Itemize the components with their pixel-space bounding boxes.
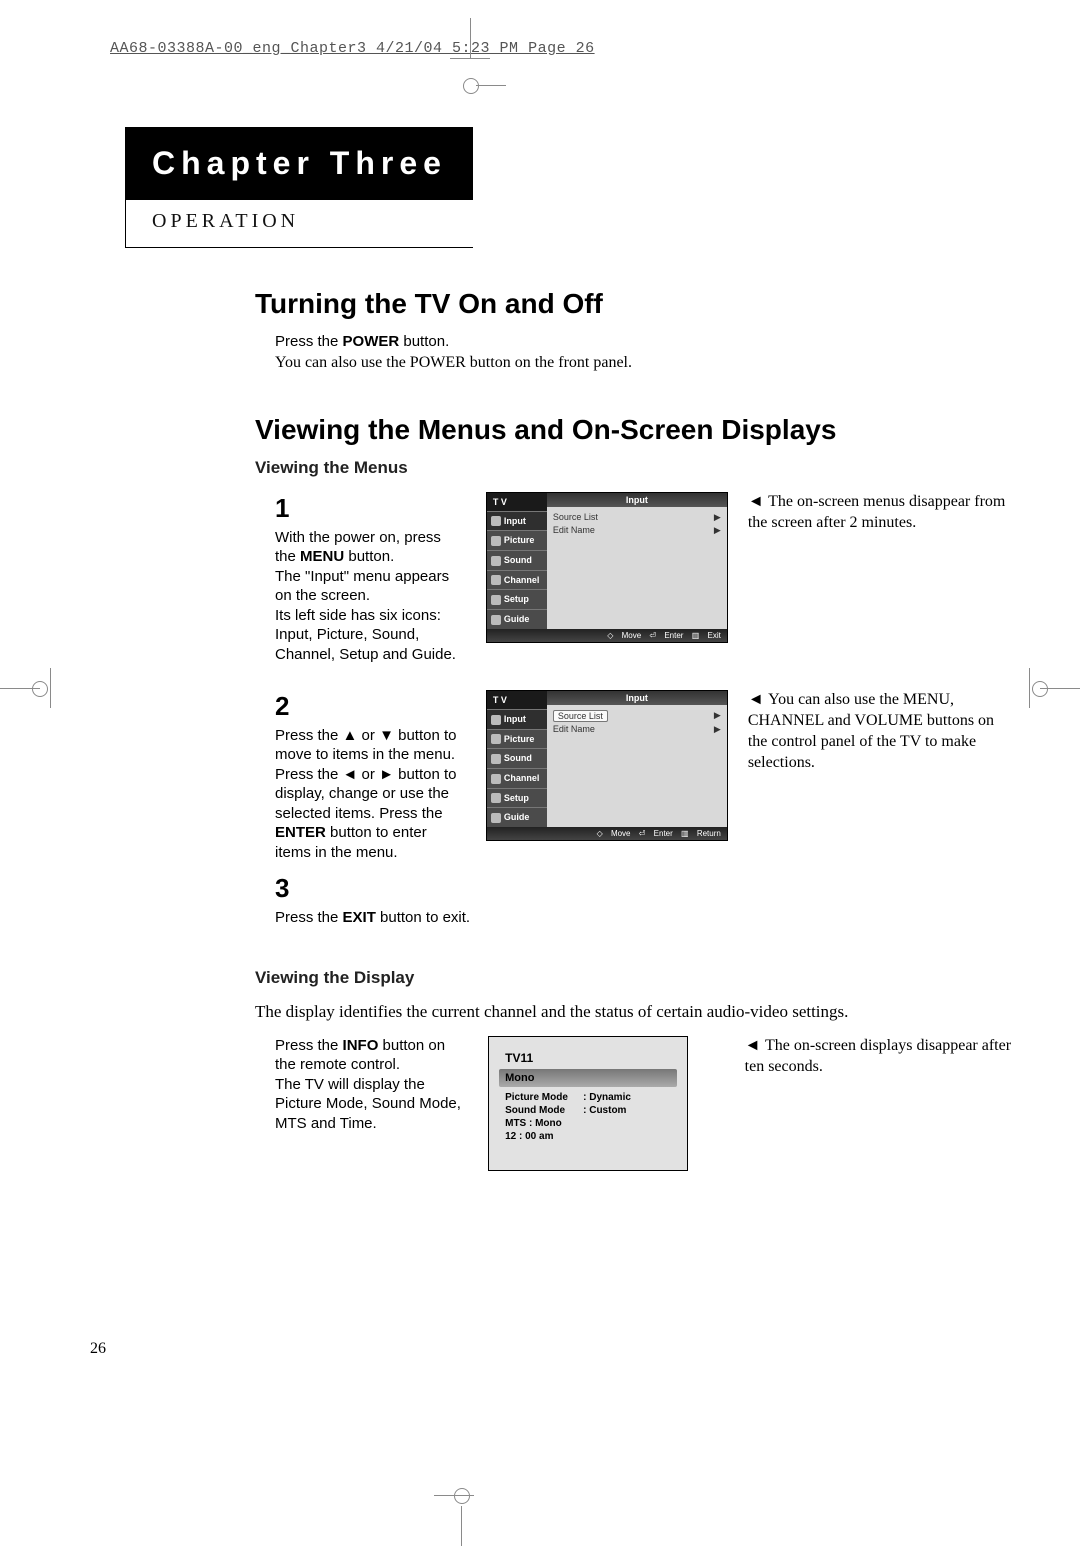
arrow-right-icon: ▶	[714, 724, 721, 735]
chapter-subtitle: OPERATION	[126, 200, 473, 247]
arrow-left-icon: ◄	[343, 766, 358, 783]
section2-sub1: Viewing the Menus	[255, 458, 1015, 478]
tv-tab: Picture	[487, 729, 547, 749]
display-left-text: Press the INFO button on the remote cont…	[275, 1036, 468, 1134]
step-2-row: 2 Press the ▲ or ▼ button to move to ite…	[275, 690, 1015, 862]
display-figure: TV11 Mono Picture Mode: Dynamic Sound Mo…	[488, 1036, 725, 1171]
chapter-heading-frame: Chapter Three OPERATION	[125, 127, 473, 248]
tv-tab: Setup	[487, 589, 547, 609]
text: The "Input" menu appears on the screen.	[275, 568, 449, 605]
text-bold: MENU	[300, 548, 344, 565]
text: Press the	[275, 766, 343, 783]
info-channel: TV11	[499, 1047, 677, 1069]
text: The TV will display the Picture Mode, So…	[275, 1076, 461, 1132]
tv-menu-footer: ◇ Move ⏎ Enter ▥ Exit	[487, 629, 727, 642]
section1-body: Press the POWER button. You can also use…	[275, 332, 835, 374]
section1-note: You can also use the POWER button on the…	[275, 352, 835, 374]
text: button.	[399, 333, 449, 350]
arrow-right-icon: ▶	[714, 525, 721, 536]
step-2-figure: T V Input Picture Sound Channel Setup Gu…	[486, 690, 728, 841]
arrow-up-icon: ▲	[343, 727, 358, 744]
tv-menu-title: T V	[487, 493, 547, 511]
display-row: Press the INFO button on the remote cont…	[275, 1036, 1015, 1171]
section-title-1: Turning the TV On and Off	[255, 288, 1015, 320]
text-bold: ENTER	[275, 824, 326, 841]
section-title-2: Viewing the Menus and On-Screen Displays	[255, 414, 1015, 446]
text: Press the	[275, 1037, 343, 1054]
tv-list-item: Edit Name	[553, 525, 595, 536]
step-3-text: 3 Press the EXIT button to exit.	[275, 872, 475, 927]
manual-page: AA68-03388A-00_eng_Chapter3 4/21/04 5:23…	[0, 0, 1080, 1528]
text: or	[357, 766, 379, 783]
info-kv: Picture Mode: Dynamic Sound Mode: Custom…	[499, 1087, 677, 1143]
tv-list-item-selected: Source List	[553, 710, 608, 722]
text: or	[357, 727, 379, 744]
step-1-figure: T V Input Picture Sound Channel Setup Gu…	[486, 492, 728, 643]
step-2-text: 2 Press the ▲ or ▼ button to move to ite…	[275, 690, 466, 862]
info-audio: Mono	[499, 1069, 677, 1087]
info-panel-screenshot: TV11 Mono Picture Mode: Dynamic Sound Mo…	[488, 1036, 688, 1171]
tv-tab: Input	[487, 511, 547, 531]
text-bold: INFO	[343, 1037, 379, 1054]
text: Press the	[275, 333, 343, 350]
text: Press the	[275, 727, 343, 744]
arrow-right-icon: ►	[379, 766, 394, 783]
tv-menu-screenshot: T V Input Picture Sound Channel Setup Gu…	[486, 690, 728, 841]
step-number: 2	[275, 690, 466, 724]
arrow-right-icon: ▶	[714, 512, 721, 523]
text: button to exit.	[376, 909, 470, 926]
tv-list-item: Source List	[553, 512, 598, 523]
step-number: 3	[275, 872, 475, 906]
tv-tab: Guide	[487, 609, 547, 629]
text: Its left side has six icons: Input, Pict…	[275, 607, 456, 663]
arrow-down-icon: ▼	[379, 727, 394, 744]
tv-list-item: Edit Name	[553, 724, 595, 735]
tv-tab: Guide	[487, 807, 547, 827]
text: Press the	[275, 909, 343, 926]
text: button.	[344, 548, 394, 565]
tv-tab: Sound	[487, 550, 547, 570]
tv-tab: Input	[487, 709, 547, 729]
chapter-label: Chapter Three	[126, 127, 473, 200]
step-1-sidenote: The on-screen menus disappear from the s…	[748, 492, 1015, 534]
tv-panel-header: Input	[547, 691, 727, 705]
arrow-right-icon: ▶	[714, 710, 721, 722]
page-content: Chapter Three OPERATION Turning the TV O…	[125, 127, 1015, 1171]
tv-panel-header: Input	[547, 493, 727, 507]
tv-menu-title: T V	[487, 691, 547, 709]
step-1-row: 1 With the power on, press the MENU butt…	[275, 492, 1015, 664]
tv-menu-screenshot: T V Input Picture Sound Channel Setup Gu…	[486, 492, 728, 643]
step-2-sidenote: You can also use the MENU, CHANNEL and V…	[748, 690, 1015, 773]
display-intro: The display identifies the current chann…	[255, 1002, 1035, 1022]
tv-tab: Setup	[487, 788, 547, 808]
page-number: 26	[90, 1340, 106, 1358]
text-bold: POWER	[343, 333, 400, 350]
section2-sub2: Viewing the Display	[255, 968, 1015, 988]
text-bold: EXIT	[343, 909, 376, 926]
step-3-row: 3 Press the EXIT button to exit.	[275, 872, 1015, 927]
step-number: 1	[275, 492, 466, 526]
tv-tab: Channel	[487, 570, 547, 590]
tv-tab: Picture	[487, 530, 547, 550]
display-sidenote: The on-screen displays disappear after t…	[745, 1036, 1015, 1078]
step-1-text: 1 With the power on, press the MENU butt…	[275, 492, 466, 664]
tv-tab: Sound	[487, 748, 547, 768]
tv-tab: Channel	[487, 768, 547, 788]
tv-menu-footer: ◇ Move ⏎ Enter ▥ Return	[487, 827, 727, 840]
print-header: AA68-03388A-00_eng_Chapter3 4/21/04 5:23…	[110, 40, 1040, 57]
